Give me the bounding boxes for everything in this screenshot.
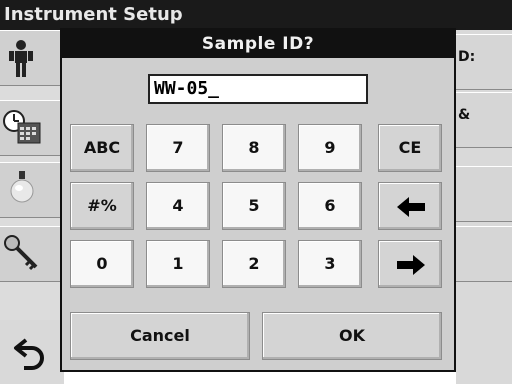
key-2[interactable]: 2 [222, 240, 286, 288]
key-4[interactable]: 4 [146, 182, 210, 230]
background-right-item-1[interactable]: D: [456, 34, 512, 90]
sample-id-input[interactable]: WW-05_ [148, 74, 368, 104]
key-9[interactable]: 9 [298, 124, 362, 172]
background-right-item-2[interactable]: & [456, 92, 512, 148]
key-6[interactable]: 6 [298, 182, 362, 230]
cursor-right-key[interactable] [378, 240, 442, 288]
key-8[interactable]: 8 [222, 124, 286, 172]
symbols-key[interactable]: #% [70, 182, 134, 230]
background-right-label-2: & [458, 107, 471, 123]
background-right-label-1: D: [458, 49, 476, 65]
operator-icon [9, 40, 33, 77]
key-1[interactable]: 1 [146, 240, 210, 288]
key-3[interactable]: 3 [298, 240, 362, 288]
dialog-title: Sample ID? [62, 30, 454, 58]
instrument-setup-screen: Instrument Setup D: & Sample ID? WW-05_ … [0, 0, 512, 384]
back-arrow-icon [14, 338, 44, 370]
sample-id-dialog: Sample ID? WW-05_ ABC 7 8 9 CE #% 4 5 6 … [60, 28, 456, 372]
lamp-control-button[interactable] [0, 162, 64, 218]
cancel-button[interactable]: Cancel [70, 312, 250, 360]
date-time-button[interactable] [0, 100, 64, 156]
key-5[interactable]: 5 [222, 182, 286, 230]
clock-calendar-icon [3, 110, 41, 144]
operator-id-button[interactable] [0, 30, 64, 86]
background-title-bar: Instrument Setup [0, 0, 512, 30]
ok-button[interactable]: OK [262, 312, 442, 360]
background-title: Instrument Setup [4, 4, 183, 25]
back-button[interactable] [0, 320, 64, 384]
right-arrow-icon [397, 255, 425, 275]
ce-key[interactable]: CE [378, 124, 442, 172]
key-icon [4, 235, 38, 271]
key-7[interactable]: 7 [146, 124, 210, 172]
abc-key[interactable]: ABC [70, 124, 134, 172]
backspace-key[interactable] [378, 182, 442, 230]
lamp-icon [10, 171, 34, 203]
password-button[interactable] [0, 226, 64, 282]
key-0[interactable]: 0 [70, 240, 134, 288]
left-arrow-icon [397, 197, 425, 217]
background-right-item-3[interactable] [456, 166, 512, 222]
background-right-item-4[interactable] [456, 226, 512, 282]
